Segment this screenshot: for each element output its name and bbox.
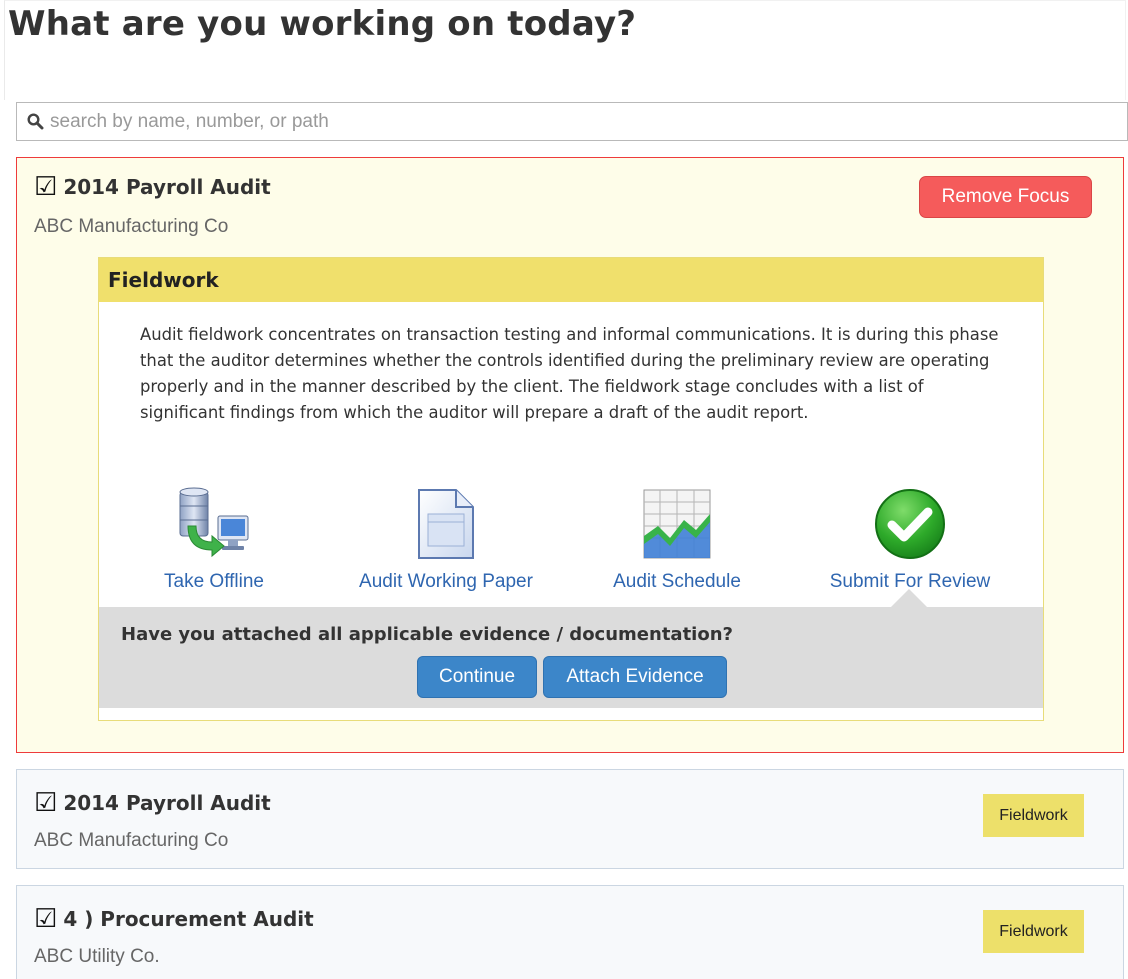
- focused-engagement-card: ☑ 2014 Payroll Audit ABC Manufacturing C…: [16, 157, 1124, 753]
- engagement-client: ABC Manufacturing Co: [34, 830, 229, 851]
- green-check-icon: [875, 489, 945, 559]
- take-offline-action[interactable]: Take Offline: [114, 486, 314, 593]
- action-label[interactable]: Audit Working Paper: [346, 571, 546, 593]
- action-label[interactable]: Audit Schedule: [577, 571, 777, 593]
- database-to-computer-icon: [179, 487, 249, 558]
- engagement-title-row: ☑ 2014 Payroll Audit: [34, 174, 271, 200]
- search-bar[interactable]: [16, 102, 1128, 141]
- submit-confirmation: Have you attached all applicable evidenc…: [99, 607, 1043, 708]
- engagement-title[interactable]: 4 ) Procurement Audit: [63, 907, 313, 931]
- phase-description: Audit fieldwork concentrates on transact…: [140, 325, 999, 422]
- page-title: What are you working on today?: [8, 4, 637, 44]
- search-input[interactable]: [50, 110, 950, 133]
- attach-evidence-button[interactable]: Attach Evidence: [543, 656, 727, 698]
- engagement-title[interactable]: 2014 Payroll Audit: [63, 791, 270, 815]
- engagement-card[interactable]: ☑ 4 ) Procurement Audit ABC Utility Co. …: [16, 885, 1124, 979]
- phase-badge: Fieldwork: [983, 910, 1084, 953]
- engagement-title-row: ☑ 2014 Payroll Audit: [34, 790, 271, 816]
- checked-checkbox-icon[interactable]: ☑: [34, 906, 57, 932]
- document-icon: [418, 489, 474, 559]
- engagement-title[interactable]: 2014 Payroll Audit: [63, 175, 270, 199]
- engagement-client: ABC Manufacturing Co: [34, 216, 229, 237]
- action-label[interactable]: Take Offline: [114, 571, 314, 593]
- remove-focus-button[interactable]: Remove Focus: [919, 176, 1092, 218]
- phase-panel: Fieldwork Audit fieldwork concentrates o…: [98, 257, 1044, 721]
- audit-schedule-action[interactable]: Audit Schedule: [577, 486, 777, 593]
- phase-badge: Fieldwork: [983, 794, 1084, 837]
- submit-for-review-action[interactable]: Submit For Review: [810, 486, 1010, 593]
- checked-checkbox-icon[interactable]: ☑: [34, 174, 57, 200]
- engagement-card[interactable]: ☑ 2014 Payroll Audit ABC Manufacturing C…: [16, 769, 1124, 869]
- checked-checkbox-icon[interactable]: ☑: [34, 790, 57, 816]
- confirm-pointer: [890, 589, 928, 608]
- phase-header: Fieldwork: [99, 258, 1043, 302]
- confirmation-question: Have you attached all applicable evidenc…: [121, 624, 733, 645]
- search-icon: [27, 113, 44, 130]
- engagement-client: ABC Utility Co.: [34, 946, 160, 967]
- engagement-title-row: ☑ 4 ) Procurement Audit: [34, 906, 314, 932]
- spreadsheet-chart-icon: [643, 489, 711, 559]
- audit-working-paper-action[interactable]: Audit Working Paper: [346, 486, 546, 593]
- continue-button[interactable]: Continue: [417, 656, 537, 698]
